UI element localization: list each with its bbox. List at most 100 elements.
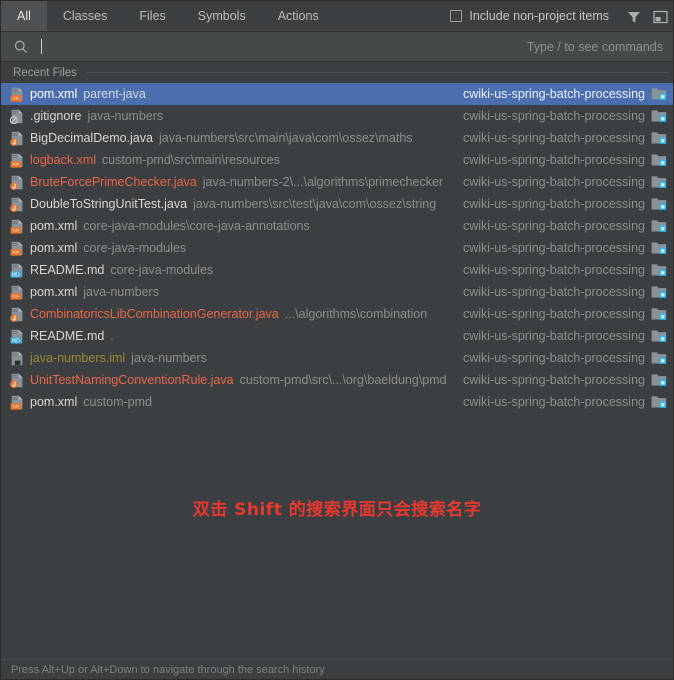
java-file-icon xyxy=(9,373,24,388)
file-path: . xyxy=(110,329,114,343)
annotation-note: 双击 Shift 的搜索界面只会搜索名字 xyxy=(192,500,482,520)
project-name: cwiki-us-spring-batch-processing xyxy=(462,285,645,299)
module-folder-icon xyxy=(651,395,667,409)
tab-all[interactable]: All xyxy=(1,1,47,31)
search-result-row-main: <> pom.xml core-java-modules xyxy=(9,241,453,256)
file-name: CombinatoricsLibCombinationGenerator.jav… xyxy=(30,307,279,321)
file-name: UnitTestNamingConventionRule.java xyxy=(30,373,234,387)
empty-area: 双击 Shift 的搜索界面只会搜索名字 xyxy=(1,413,673,659)
search-result-row[interactable]: DoubleToStringUnitTest.java java-numbers\… xyxy=(1,193,673,215)
search-result-row[interactable]: <> pom.xml custom-pmd cwiki-us-spring-batch… xyxy=(1,391,673,413)
search-result-row-main: BigDecimalDemo.java java-numbers\src\main… xyxy=(9,131,453,146)
java-file-icon xyxy=(9,175,24,190)
search-result-row-main: CombinatoricsLibCombinationGenerator.jav… xyxy=(9,307,453,322)
search-result-row[interactable]: .gitignore java-numbers cwiki-us-spring-ba… xyxy=(1,105,673,127)
file-name: DoubleToStringUnitTest.java xyxy=(30,197,188,211)
search-result-row[interactable]: CombinatoricsLibCombinationGenerator.jav… xyxy=(1,303,673,325)
file-name: pom.xml xyxy=(30,285,78,299)
file-path: java-numbers\src\test\java\com\ossez\str… xyxy=(193,197,437,211)
search-result-row[interactable]: <> pom.xml core-java-modules cwiki-us-sprin… xyxy=(1,237,673,259)
tab-actions[interactable]: Actions xyxy=(262,1,335,31)
file-name: .gitignore xyxy=(30,109,82,123)
search-result-row[interactable]: <> pom.xml parent-java cwiki-us-spring-batc… xyxy=(1,83,673,105)
project-name: cwiki-us-spring-batch-processing xyxy=(462,395,645,409)
project-name: cwiki-us-spring-batch-processing xyxy=(462,87,645,101)
xml-file-icon: <> xyxy=(9,395,24,410)
xml-file-icon: <> xyxy=(9,87,24,102)
module-folder-icon xyxy=(651,153,667,167)
project-name: cwiki-us-spring-batch-processing xyxy=(462,153,645,167)
file-name: logback.xml xyxy=(30,153,96,167)
search-result-row-main: <> pom.xml parent-java xyxy=(9,87,453,102)
search-result-row-project: cwiki-us-spring-batch-processing xyxy=(453,87,667,101)
include-non-project-items-checkbox[interactable]: Include non-project items xyxy=(450,1,621,31)
search-result-row-project: cwiki-us-spring-batch-processing xyxy=(453,263,667,277)
file-path: ...\algorithms\combination xyxy=(284,307,428,321)
project-name: cwiki-us-spring-batch-processing xyxy=(462,263,645,277)
file-name: BruteForcePrimeChecker.java xyxy=(30,175,197,189)
toggle-preview-panel-icon[interactable] xyxy=(647,1,673,32)
svg-text:MD: MD xyxy=(12,338,20,344)
module-folder-icon xyxy=(651,285,667,299)
project-name: cwiki-us-spring-batch-processing xyxy=(462,329,645,343)
module-folder-icon xyxy=(651,219,667,233)
search-result-row-main: MD README.md core-java-modules xyxy=(9,263,453,278)
search-result-row-main: <> pom.xml java-numbers xyxy=(9,285,453,300)
file-path: core-java-modules xyxy=(83,241,187,255)
tab-files-label: Files xyxy=(139,9,166,23)
file-path: java-numbers xyxy=(87,109,164,123)
file-path: java-numbers-2\...\algorithms\primecheck… xyxy=(202,175,444,189)
tab-classes-label: Classes xyxy=(62,9,108,23)
search-result-row-project: cwiki-us-spring-batch-processing xyxy=(453,131,667,145)
search-result-row[interactable]: <> logback.xml custom-pmd\src\main\resourc… xyxy=(1,149,673,171)
checkbox-box-icon[interactable] xyxy=(450,10,463,22)
search-result-row-project: cwiki-us-spring-batch-processing xyxy=(453,307,667,321)
project-name: cwiki-us-spring-batch-processing xyxy=(462,175,645,189)
search-bar[interactable]: Type / to see commands xyxy=(1,32,673,62)
iml-file-icon xyxy=(9,351,24,366)
group-header-label: Recent Files xyxy=(13,66,77,79)
tab-files[interactable]: Files xyxy=(123,1,181,31)
include-non-project-items-label: Include non-project items xyxy=(469,9,609,23)
search-commands-hint: Type / to see commands xyxy=(526,39,663,54)
search-result-row[interactable]: BruteForcePrimeChecker.java java-numbers-… xyxy=(1,171,673,193)
search-result-row-main: UnitTestNamingConventionRule.java custom-… xyxy=(9,373,453,388)
search-result-row[interactable]: <> pom.xml java-numbers cwiki-us-spring-bat… xyxy=(1,281,673,303)
file-path: parent-java xyxy=(83,87,146,101)
search-result-row[interactable]: UnitTestNamingConventionRule.java custom-… xyxy=(1,369,673,391)
filter-funnel-icon[interactable] xyxy=(621,1,647,32)
svg-text:<>: <> xyxy=(13,162,19,168)
file-name: pom.xml xyxy=(30,395,78,409)
tab-classes[interactable]: Classes xyxy=(47,1,123,31)
module-folder-icon xyxy=(651,373,667,387)
project-name: cwiki-us-spring-batch-processing xyxy=(462,307,645,321)
tab-symbols-label: Symbols xyxy=(197,9,246,23)
search-result-row-main: DoubleToStringUnitTest.java java-numbers\… xyxy=(9,197,453,212)
svg-text:<>: <> xyxy=(13,96,19,102)
file-name: java-numbers.iml xyxy=(30,351,126,365)
file-path: custom-pmd\src\...\org\baeldung\pmd xyxy=(239,373,447,387)
file-name: pom.xml xyxy=(30,241,78,255)
search-result-row[interactable]: MD README.md. cwiki-us-spring-batch-proces… xyxy=(1,325,673,347)
file-name: README.md xyxy=(30,263,105,277)
svg-text:<>: <> xyxy=(13,228,19,234)
file-path: java-numbers xyxy=(131,351,207,365)
svg-text:<>: <> xyxy=(13,250,19,256)
search-result-row-main: .gitignore java-numbers xyxy=(9,109,453,124)
module-folder-icon xyxy=(651,351,667,365)
search-result-row[interactable]: MD README.md core-java-modules cwiki-us-spr… xyxy=(1,259,673,281)
search-result-row-project: cwiki-us-spring-batch-processing xyxy=(453,395,667,409)
file-path: java-numbers\src\main\java\com\ossez\mat… xyxy=(158,131,413,145)
project-name: cwiki-us-spring-batch-processing xyxy=(462,131,645,145)
search-result-row[interactable]: BigDecimalDemo.java java-numbers\src\main… xyxy=(1,127,673,149)
search-result-row-project: cwiki-us-spring-batch-processing xyxy=(453,197,667,211)
search-result-row-project: cwiki-us-spring-batch-processing xyxy=(453,351,667,365)
file-path: java-numbers xyxy=(83,285,159,299)
search-results-list[interactable]: <> pom.xml parent-java cwiki-us-spring-batc… xyxy=(1,83,673,413)
file-name: pom.xml xyxy=(30,219,78,233)
search-result-row[interactable]: java-numbers.iml java-numbers cwiki-us-spr… xyxy=(1,347,673,369)
tab-symbols[interactable]: Symbols xyxy=(182,1,262,31)
tab-all-label: All xyxy=(17,9,31,23)
group-header-recent-files: Recent Files xyxy=(1,62,673,83)
search-result-row[interactable]: <> pom.xml core-java-modules\core-java-ann… xyxy=(1,215,673,237)
